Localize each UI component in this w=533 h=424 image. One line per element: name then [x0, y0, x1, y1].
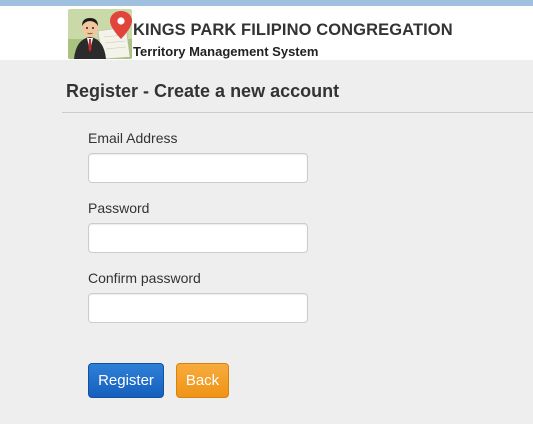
register-button[interactable]: Register: [88, 363, 164, 398]
title-divider: [62, 112, 533, 113]
site-header: KINGS PARK FILIPINO CONGREGATION Territo…: [0, 6, 533, 60]
password-label: Password: [88, 200, 150, 216]
back-button-label: Back: [185, 372, 220, 389]
organization-title: KINGS PARK FILIPINO CONGREGATION: [133, 21, 453, 39]
confirm-password-field[interactable]: [88, 293, 308, 323]
email-label: Email Address: [88, 130, 178, 146]
register-button-label: Register: [98, 372, 154, 389]
back-button[interactable]: Back: [176, 363, 229, 398]
confirm-password-label: Confirm password: [88, 270, 201, 286]
password-field[interactable]: [88, 223, 308, 253]
system-subtitle: Territory Management System: [133, 44, 319, 59]
email-field[interactable]: [88, 153, 308, 183]
person-map-pin-logo-icon: [68, 9, 132, 59]
page-title: Register - Create a new account: [66, 81, 340, 101]
